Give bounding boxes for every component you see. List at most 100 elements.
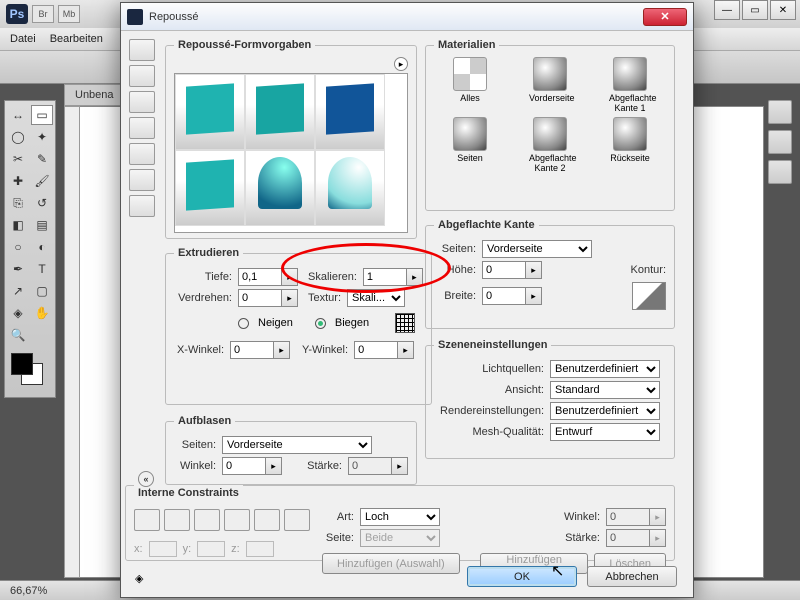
preset-thumb[interactable] [175, 150, 245, 226]
3d-slide-icon[interactable] [129, 117, 155, 139]
path-tool-icon[interactable]: ↗ [7, 281, 29, 301]
contour-picker[interactable] [632, 282, 666, 310]
spinner-icon[interactable]: ▸ [526, 261, 542, 279]
yangle-input[interactable] [354, 341, 398, 359]
history-tool-icon[interactable]: ↺ [31, 193, 53, 213]
foreground-color-swatch[interactable] [11, 353, 33, 375]
spinner-icon[interactable]: ▸ [526, 287, 542, 305]
shear-radio[interactable] [238, 318, 249, 329]
constraint-tool-icon[interactable] [254, 509, 280, 531]
panel-icon[interactable] [768, 130, 792, 154]
grid-picker-icon[interactable] [395, 313, 415, 333]
wand-tool-icon[interactable]: ✦ [31, 127, 53, 147]
zoom-level[interactable]: 66,67% [10, 585, 47, 597]
app-close-button[interactable]: ✕ [770, 0, 796, 20]
bridge-icon[interactable]: Br [32, 5, 54, 23]
render-label: Rendereinstellungen: [434, 405, 544, 417]
color-swatches[interactable] [7, 351, 53, 393]
3d-pan-icon[interactable] [129, 91, 155, 113]
app-minimize-button[interactable]: — [714, 0, 740, 20]
constraint-tool-icon[interactable] [164, 509, 190, 531]
hand-tool-icon[interactable]: ✋ [31, 303, 53, 323]
constraint-tool-icon[interactable] [134, 509, 160, 531]
material-all[interactable]: Alles [449, 57, 491, 113]
depth-input[interactable] [238, 268, 282, 286]
stamp-tool-icon[interactable]: ⎘ [7, 193, 29, 213]
view-select[interactable]: Standard [550, 381, 660, 399]
blur-tool-icon[interactable]: ○ [7, 237, 29, 257]
type-tool-icon[interactable]: T [31, 259, 53, 279]
presets-flyout-icon[interactable]: ▸ [394, 57, 408, 71]
document-tab[interactable]: Unbena [64, 84, 125, 106]
panel-icon[interactable] [768, 160, 792, 184]
3d-tool-icon[interactable]: ◈ [7, 303, 29, 323]
mesh-select[interactable]: Entwurf [550, 423, 660, 441]
constraint-tool-icon[interactable] [194, 509, 220, 531]
panel-icon[interactable] [768, 100, 792, 124]
material-back[interactable]: Rückseite [609, 117, 651, 173]
eraser-tool-icon[interactable]: ◧ [7, 215, 29, 235]
preset-thumb[interactable] [245, 74, 315, 150]
gradient-tool-icon[interactable]: ▤ [31, 215, 53, 235]
tool-extra-icon[interactable] [31, 325, 53, 345]
heal-tool-icon[interactable]: ✚ [7, 171, 29, 191]
render-select[interactable]: Benutzerdefiniert [550, 402, 660, 420]
view-label: Ansicht: [434, 384, 544, 396]
spinner-icon[interactable]: ▸ [282, 268, 298, 286]
material-sides[interactable]: Seiten [449, 117, 491, 173]
texture-select[interactable]: Skali... [347, 289, 405, 307]
constraint-tool-icon[interactable] [224, 509, 250, 531]
toggle-icon[interactable]: ◈ [135, 572, 143, 585]
type-select[interactable]: Loch [360, 508, 440, 526]
3d-scale-icon[interactable] [129, 143, 155, 165]
collapse-icon[interactable]: « [138, 471, 154, 487]
lights-select[interactable]: Benutzerdefiniert [550, 360, 660, 378]
zoom-tool-icon[interactable]: 🔍 [7, 325, 29, 345]
crop-tool-icon[interactable]: ✂ [7, 149, 29, 169]
presets-grid[interactable] [174, 73, 408, 233]
material-front[interactable]: Vorderseite [529, 57, 571, 113]
material-bevel2[interactable]: Abgeflachte Kante 2 [529, 117, 571, 173]
ok-button[interactable]: OK [467, 566, 577, 587]
app-maximize-button[interactable]: ▭ [742, 0, 768, 20]
cancel-button[interactable]: Abbrechen [587, 566, 677, 587]
move-tool-icon[interactable]: ↔ [7, 105, 29, 125]
pen-tool-icon[interactable]: ✒ [7, 259, 29, 279]
spinner-icon[interactable]: ▸ [274, 341, 290, 359]
3d-rotate-icon[interactable] [129, 39, 155, 61]
mesh-label: Mesh-Qualität: [434, 426, 544, 438]
dialog-close-button[interactable]: ✕ [643, 8, 687, 26]
menu-file[interactable]: Datei [10, 33, 36, 45]
dodge-tool-icon[interactable]: ◐ [31, 237, 53, 257]
bend-radio[interactable] [315, 318, 326, 329]
eyedropper-tool-icon[interactable]: ✎ [31, 149, 53, 169]
preset-thumb[interactable] [175, 74, 245, 150]
3d-tool-icon[interactable] [129, 169, 155, 191]
dialog-titlebar[interactable]: Repoussé ✕ [121, 3, 693, 31]
3d-tool-icon[interactable] [129, 195, 155, 217]
material-bevel1[interactable]: Abgeflachte Kante 1 [609, 57, 651, 113]
constraint-tool-icon[interactable] [284, 509, 310, 531]
menu-edit[interactable]: Bearbeiten [50, 33, 103, 45]
brush-tool-icon[interactable]: 🖌 [31, 171, 53, 191]
3d-roll-icon[interactable] [129, 65, 155, 87]
scale-input[interactable] [363, 268, 407, 286]
marquee-tool-icon[interactable]: ▭ [31, 105, 53, 125]
spinner-icon[interactable]: ▸ [282, 289, 298, 307]
bevel-width-input[interactable] [482, 287, 526, 305]
shape-tool-icon[interactable]: ▢ [31, 281, 53, 301]
pos-y-input [197, 541, 225, 557]
bevel-sides-select[interactable]: Vorderseite [482, 240, 592, 258]
xangle-input[interactable] [230, 341, 274, 359]
spinner-icon[interactable]: ▸ [407, 268, 423, 286]
lasso-tool-icon[interactable]: ◯ [7, 127, 29, 147]
preset-thumb[interactable] [245, 150, 315, 226]
twist-input[interactable] [238, 289, 282, 307]
bevel-height-label: Höhe: [434, 264, 476, 276]
preset-thumb[interactable] [315, 150, 385, 226]
spinner-icon[interactable]: ▸ [398, 341, 414, 359]
bevel-height-input[interactable] [482, 261, 526, 279]
minibridge-icon[interactable]: Mb [58, 5, 80, 23]
preset-thumb[interactable] [315, 74, 385, 150]
inflate-sides-select[interactable]: Vorderseite [222, 436, 372, 454]
